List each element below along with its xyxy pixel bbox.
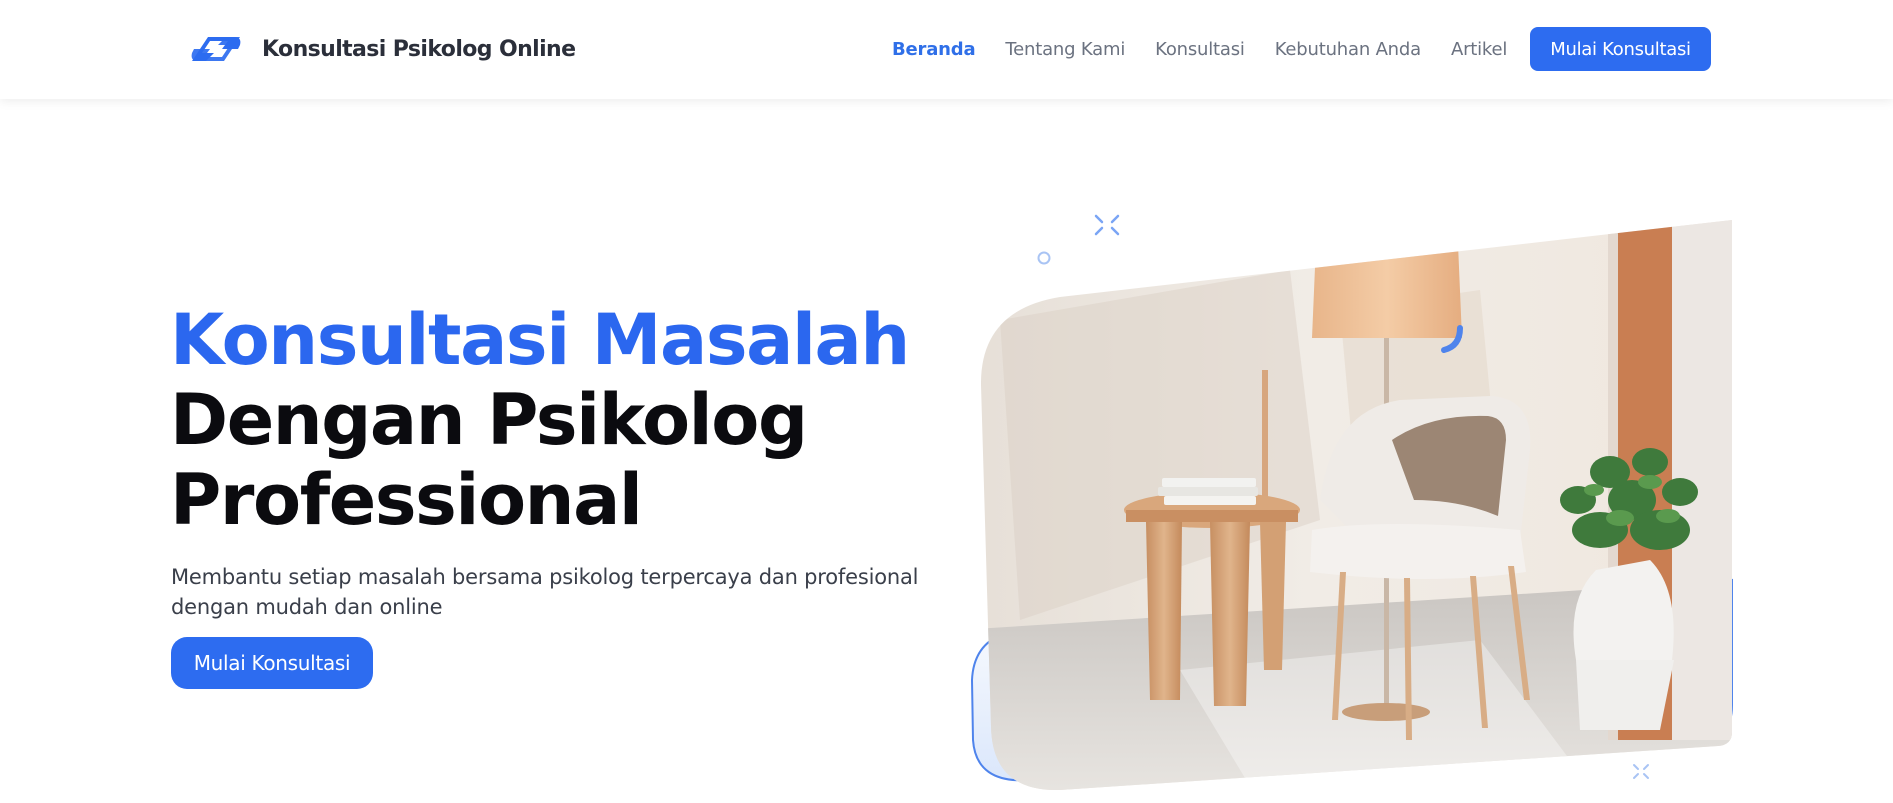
hero-start-consultation-button[interactable]: Mulai Konsultasi: [171, 637, 373, 689]
brand-name: Konsultasi Psikolog Online: [262, 36, 576, 62]
nav-start-consultation-button[interactable]: Mulai Konsultasi: [1530, 27, 1711, 71]
navbar: Konsultasi Psikolog Online Beranda Tenta…: [0, 0, 1893, 99]
hero-title-line-2: Dengan Psikolog: [170, 379, 808, 461]
hero-title-line-3: Professional: [170, 459, 643, 541]
sparkle-icon-top: [1094, 214, 1120, 236]
hero-title: Konsultasi Masalah Dengan Psikolog Profe…: [170, 299, 910, 541]
nav-link-beranda[interactable]: Beranda: [892, 39, 976, 60]
ring-decoration: [1037, 251, 1051, 265]
nav-link-konsultasi[interactable]: Konsultasi: [1155, 39, 1245, 60]
hero-illustration: [960, 200, 1740, 803]
nav-link-tentang-kami[interactable]: Tentang Kami: [1005, 39, 1125, 60]
nav-link-kebutuhan-anda[interactable]: Kebutuhan Anda: [1275, 39, 1421, 60]
nav-link-artikel[interactable]: Artikel: [1451, 39, 1507, 60]
hero-title-line-1: Konsultasi Masalah: [170, 299, 910, 381]
swirl-logo-icon: [191, 37, 241, 61]
nav-item-beranda: Beranda: [892, 39, 976, 60]
brand-home-link[interactable]: Konsultasi Psikolog Online: [188, 28, 576, 70]
nav-item-kebutuhan-anda: Kebutuhan Anda: [1275, 39, 1421, 60]
nav-item-artikel: Artikel: [1451, 39, 1507, 60]
nav-menu: Beranda Tentang Kami Konsultasi Kebutuha…: [892, 34, 1507, 64]
sparkle-icon-bottom: [1633, 764, 1649, 779]
nav-item-tentang-kami: Tentang Kami: [1005, 39, 1125, 60]
room-with-chair-lamp-plant-image: [970, 214, 1733, 791]
nav-item-konsultasi: Konsultasi: [1155, 39, 1245, 60]
hero-subtitle: Membantu setiap masalah bersama psikolog…: [171, 565, 919, 619]
